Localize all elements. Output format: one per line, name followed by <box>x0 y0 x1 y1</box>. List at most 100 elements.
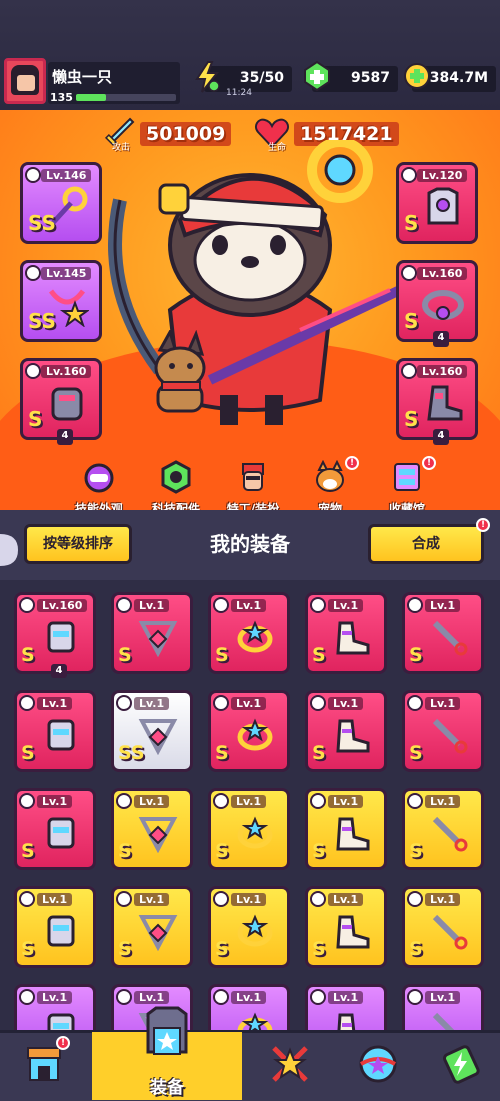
item-type-badge <box>213 891 229 907</box>
item-level: Lv.1 <box>134 991 170 1004</box>
item-type-badge <box>19 695 35 711</box>
equipped-slot-right-3[interactable]: Lv.160 S 4 <box>396 358 478 445</box>
slot-count: 4 <box>57 429 73 445</box>
equipment-item-icon <box>432 914 468 950</box>
equipment-item-icon <box>237 914 273 947</box>
equipment-item[interactable]: Lv.1 S <box>402 592 484 674</box>
nav-tab-pets[interactable] <box>338 1032 414 1100</box>
equipment-item[interactable]: Lv.1 S <box>208 886 290 968</box>
menu-label: 技能外观 <box>74 502 123 510</box>
slot-type-badge <box>25 265 41 281</box>
equipment-item[interactable]: Lv.1 S <box>305 592 387 674</box>
nav-tab-weapons[interactable] <box>250 1032 326 1100</box>
slot-type-badge <box>401 265 417 281</box>
equipment-item[interactable]: Lv.1 S <box>14 788 96 870</box>
equipment-item[interactable]: Lv.1 S <box>14 886 96 968</box>
equipment-grid: Lv.160 S 4 Lv.1 S Lv.1 S Lv.1 S Lv.1 S Lv.1 S Lv.1 SS L… <box>0 580 500 1030</box>
menu-collection-hall[interactable]: 收藏馆 ! <box>372 456 442 510</box>
equipment-item[interactable]: Lv.1 S <box>14 690 96 772</box>
belt-icon <box>422 290 464 320</box>
xp-bar-fill <box>76 94 106 101</box>
equipment-item-icon <box>47 621 75 653</box>
menu-label: 宠物 <box>317 502 342 510</box>
item-type-badge <box>407 793 423 809</box>
item-grade: S <box>118 938 132 960</box>
coin-icon[interactable] <box>402 60 432 92</box>
item-grade: S <box>21 742 35 764</box>
coins-value: 384.7M <box>429 70 488 86</box>
slot-count: 4 <box>433 331 449 347</box>
menu-tech-parts[interactable]: 科技配件 <box>141 460 211 510</box>
equipment-item[interactable]: Lv.1 S <box>111 886 193 968</box>
item-level: Lv.1 <box>425 795 461 808</box>
item-type-badge <box>213 989 229 1005</box>
collection-cabinet-icon <box>394 463 420 491</box>
sort-by-level-button[interactable]: 按等级排序 <box>24 524 132 564</box>
nav-tab-battery[interactable] <box>420 1032 496 1100</box>
item-level: Lv.1 <box>425 697 461 710</box>
side-ghost-icon[interactable] <box>0 530 20 570</box>
equipment-item-icon <box>237 620 273 653</box>
equipment-item[interactable]: Lv.1 S <box>305 788 387 870</box>
menu-pets[interactable]: 宠物 ! <box>295 456 365 510</box>
equipment-item[interactable]: Lv.1 S <box>402 886 484 968</box>
item-type-badge <box>213 793 229 809</box>
equipment-item[interactable]: Lv.1 S <box>208 592 290 674</box>
item-type-badge <box>310 891 326 907</box>
slot-grade: S <box>28 407 43 431</box>
pets-ball-icon <box>359 1045 397 1083</box>
equipment-icon <box>146 1006 188 1055</box>
slot-type-badge <box>25 167 41 183</box>
lightning-icon <box>195 61 220 93</box>
equipment-item[interactable]: Lv.160 S 4 <box>14 592 96 678</box>
item-type-badge <box>19 597 35 613</box>
item-type-badge <box>310 695 326 711</box>
equipment-item[interactable]: Lv.1 S <box>305 690 387 772</box>
equipment-item[interactable]: Lv.1 S <box>208 788 290 870</box>
equipment-item[interactable]: Lv.1 S <box>111 592 193 674</box>
nav-tab-shop[interactable]: ! <box>4 1032 80 1100</box>
equipped-slot-left-3[interactable]: Lv.160 S 4 <box>20 358 102 445</box>
equipment-item[interactable]: Lv.1 S <box>111 788 193 870</box>
shop-icon <box>27 1047 61 1081</box>
equipment-item[interactable]: Lv.1 S <box>402 788 484 870</box>
equipped-slot-left-1[interactable]: Lv.146 SS <box>20 162 102 244</box>
equipped-slot-right-2[interactable]: Lv.160 S 4 <box>396 260 478 347</box>
equipment-item-icon <box>138 621 178 657</box>
equipment-item[interactable]: Lv.1 SS <box>111 690 193 772</box>
item-count: 4 <box>51 664 67 678</box>
player-avatar[interactable] <box>4 58 46 104</box>
equipment-item[interactable]: Lv.1 <box>305 984 387 1030</box>
equipment-item-icon <box>432 1012 455 1030</box>
item-level: Lv.1 <box>231 795 267 808</box>
equipped-slot-left-2[interactable]: Lv.145 SS <box>20 260 102 342</box>
gem-icon[interactable] <box>302 60 332 92</box>
slot-grade: SS <box>28 309 56 333</box>
menu-label: 收藏馆 <box>388 502 425 510</box>
item-level: Lv.1 <box>328 795 364 808</box>
energy-timer: 11:24 <box>226 88 252 98</box>
equipped-slot-right-1[interactable]: Lv.120 S <box>396 162 478 244</box>
equipment-item-icon <box>432 718 468 754</box>
equipment-item[interactable]: Lv.1 S <box>402 690 484 772</box>
item-type-badge <box>407 597 423 613</box>
nav-tab-equipment[interactable]: 装备 <box>92 1006 242 1100</box>
slot-type-badge <box>401 363 417 379</box>
equipment-item[interactable]: Lv.1 S <box>208 690 290 772</box>
equipment-item[interactable]: Lv.1 <box>14 984 96 1030</box>
equipment-item[interactable]: Lv.1 S <box>305 886 387 968</box>
alert-badge: ! <box>56 1036 70 1050</box>
equipment-item[interactable]: Lv.1 <box>208 984 290 1030</box>
slot-level: Lv.160 <box>417 267 468 280</box>
item-level: Lv.1 <box>425 991 461 1004</box>
equipment-item[interactable]: Lv.1 <box>402 984 484 1030</box>
merge-button[interactable]: 合成 <box>368 524 484 564</box>
menu-agents-outfits[interactable]: 特工/装扮 <box>218 460 288 510</box>
item-grade: S <box>409 644 423 666</box>
item-grade: S <box>312 938 326 960</box>
menu-skill-skins[interactable]: 技能外观 <box>64 460 134 510</box>
dog-pet-illustration[interactable] <box>140 330 230 420</box>
item-type-badge <box>213 597 229 613</box>
item-type-badge <box>310 597 326 613</box>
item-grade: S <box>21 840 35 862</box>
